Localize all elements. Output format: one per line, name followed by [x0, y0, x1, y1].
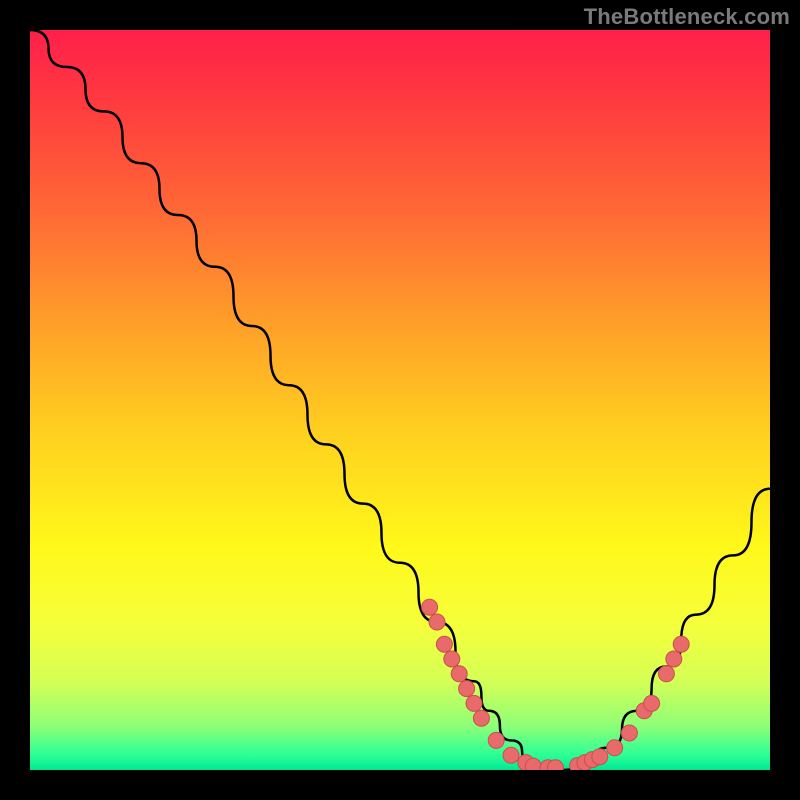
point-l [525, 758, 541, 770]
point-s [607, 740, 623, 756]
point-c [436, 636, 452, 652]
point-x [666, 651, 682, 667]
point-r [592, 749, 608, 765]
point-j [503, 747, 519, 763]
watermark-text: TheBottleneck.com [584, 4, 790, 30]
point-w [658, 666, 674, 682]
point-h [473, 710, 489, 726]
chart-markers [422, 599, 690, 770]
point-v [644, 695, 660, 711]
point-a [422, 599, 438, 615]
point-g [466, 695, 482, 711]
bottleneck-curve [30, 30, 770, 770]
chart-svg [30, 30, 770, 770]
point-b [429, 614, 445, 630]
point-e [451, 666, 467, 682]
chart-area [30, 30, 770, 770]
point-t [621, 725, 637, 741]
point-f [459, 681, 475, 697]
point-y [673, 636, 689, 652]
point-d [444, 651, 460, 667]
point-i [488, 732, 504, 748]
